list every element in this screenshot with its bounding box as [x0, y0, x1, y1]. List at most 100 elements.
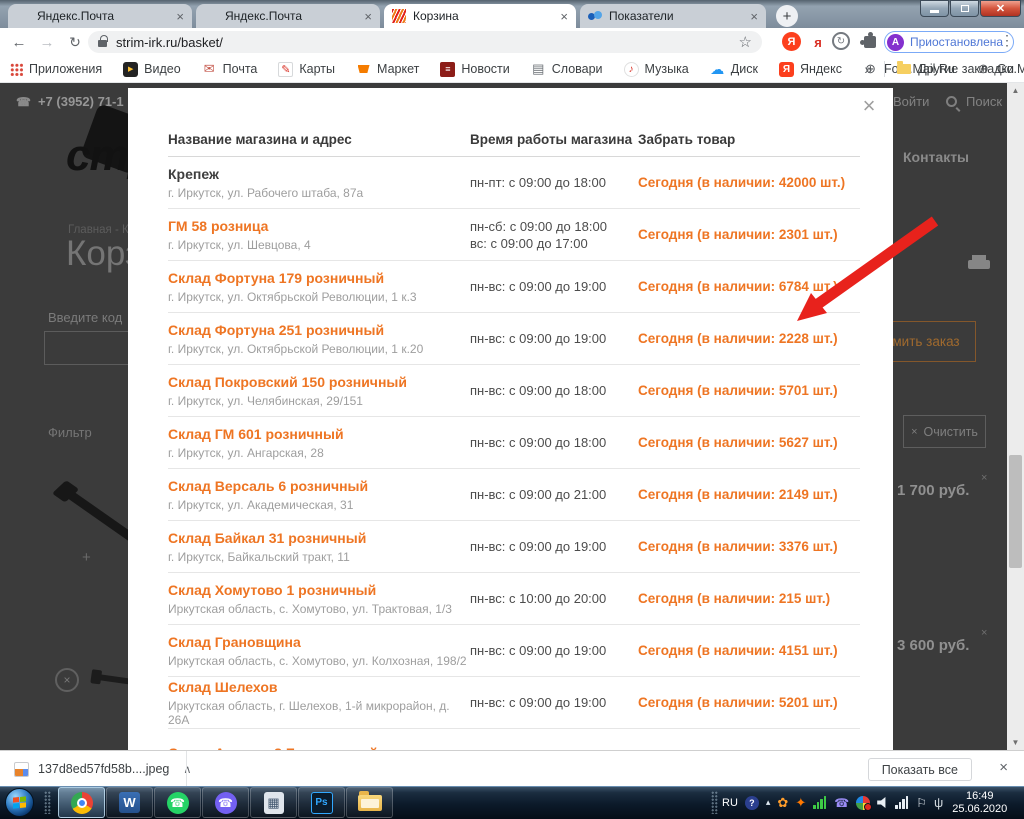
scrollbar-thumb[interactable]	[1009, 455, 1022, 568]
store-row[interactable]: Склад Шелехов Иркутская область, г. Шеле…	[168, 677, 860, 729]
scroll-down-icon[interactable]: ▼	[1007, 735, 1024, 750]
taskbar-button-photoshop[interactable]: Ps	[298, 787, 345, 818]
address-bar[interactable]: strim-irk.ru/basket/ ☆	[88, 31, 762, 53]
remove-item-icon[interactable]: ×	[981, 472, 987, 484]
volume-icon[interactable]	[877, 797, 888, 808]
bookmark-item[interactable]: ▶ Видео	[123, 62, 181, 77]
extensions-puzzle-icon[interactable]	[860, 32, 880, 52]
language-indicator[interactable]: RU	[722, 797, 738, 809]
browser-tab[interactable]: Яндекс.Почта ×	[8, 4, 192, 28]
download-item[interactable]: 137d8ed57fd58b....jpeg ∧	[14, 756, 191, 782]
profile-chip[interactable]: A Приостановлена	[884, 31, 1014, 53]
store-name[interactable]: Склад Фортуна 251 розничный	[168, 322, 470, 338]
bookmark-item[interactable]: ✉ Почта	[202, 62, 258, 77]
store-name[interactable]: Склад Покровский 150 розничный	[168, 374, 470, 390]
yandex-extension-icon[interactable]: Я	[782, 32, 801, 51]
bookmark-star-icon[interactable]: ☆	[739, 33, 752, 51]
taskbar-clock[interactable]: 16:49 25.06.2020	[952, 790, 1007, 816]
profile-status-label: Приостановлена	[910, 35, 1003, 49]
store-name[interactable]: Склад Байкал 31 розничный	[168, 530, 470, 546]
forward-button[interactable]: →	[36, 31, 58, 53]
close-window-button[interactable]: ✕	[980, 0, 1021, 17]
tab-close-icon[interactable]: ×	[560, 9, 568, 24]
store-name[interactable]: Склад Версаль 6 розничный	[168, 478, 470, 494]
bookmark-item[interactable]: Я Яндекс	[779, 62, 842, 77]
taskbar-button-chrome[interactable]	[58, 787, 105, 818]
show-all-downloads-button[interactable]: Показать все	[868, 758, 972, 781]
bookmark-item[interactable]: ✎ Карты	[278, 62, 335, 77]
store-row[interactable]: Склад Фортуна 179 розничный г. Иркутск, …	[168, 261, 860, 313]
restore-button[interactable]	[950, 0, 979, 17]
site-search[interactable]: Поиск	[946, 94, 1002, 109]
promo-code-input[interactable]	[44, 331, 132, 365]
bookmark-item[interactable]: ▤ Словари	[531, 62, 603, 77]
browser-tab[interactable]: Показатели ×	[580, 4, 766, 28]
action-center-flag-icon[interactable]: ⚐	[916, 796, 927, 810]
store-name[interactable]: Склад Фортуна 179 розничный	[168, 270, 470, 286]
wifi-signal-icon[interactable]	[813, 796, 827, 809]
usb-device-icon[interactable]: ψ	[934, 795, 943, 810]
yandex-small-extension-icon[interactable]: я	[808, 32, 828, 52]
other-bookmarks-button[interactable]: Другие закладки	[918, 62, 1014, 76]
sync-extension-icon[interactable]: ↻	[832, 32, 850, 50]
bookmark-item[interactable]: Приложения	[10, 62, 102, 76]
bookmark-item[interactable]: Маркет	[356, 62, 419, 77]
taskbar-button-whatsapp[interactable]: ☎	[154, 787, 201, 818]
login-link[interactable]: Войти	[893, 94, 929, 109]
clear-filter-button[interactable]: ×Очистить	[903, 415, 986, 448]
store-row[interactable]: ГМ 58 розница г. Иркутск, ул. Шевцова, 4…	[168, 209, 860, 261]
taskbar-button-viber[interactable]: ☎	[202, 787, 249, 818]
url-text[interactable]: strim-irk.ru/basket/	[116, 35, 739, 50]
tab-close-icon[interactable]: ×	[750, 9, 758, 24]
chevron-up-icon[interactable]: ∧	[183, 763, 191, 776]
minimize-button[interactable]	[920, 0, 949, 17]
store-row[interactable]: Склад Фортуна 251 розничный г. Иркутск, …	[168, 313, 860, 365]
store-row[interactable]: Склад Версаль 6 розничный г. Иркутск, ул…	[168, 469, 860, 521]
store-row[interactable]: Склад Хомутово 1 розничный Иркутская обл…	[168, 573, 860, 625]
store-name[interactable]: Крепеж	[168, 166, 470, 182]
tab-close-icon[interactable]: ×	[364, 9, 372, 24]
store-row[interactable]: Склад Покровский 150 розничный г. Иркутс…	[168, 365, 860, 417]
viber-tray-icon[interactable]: ☎	[834, 796, 849, 810]
store-name[interactable]: ГМ 58 розница	[168, 218, 470, 234]
cellular-signal-icon[interactable]	[895, 796, 909, 809]
print-icon[interactable]	[968, 255, 990, 273]
browser-tab[interactable]: Корзина ×	[384, 4, 576, 28]
page-scrollbar[interactable]: ▲ ▼	[1007, 83, 1024, 750]
start-button[interactable]	[5, 788, 34, 817]
scroll-up-icon[interactable]: ▲	[1007, 83, 1024, 98]
store-name[interactable]: Склад Шелехов	[168, 679, 470, 695]
show-hidden-icons-chevron[interactable]: ▴	[766, 797, 771, 808]
store-row[interactable]: Склад Ангарск 8 Б розничный	[168, 729, 860, 750]
bookmarks-overflow-button[interactable]: »	[864, 61, 872, 77]
store-row[interactable]: Склад ГМ 601 розничный г. Иркутск, ул. А…	[168, 417, 860, 469]
taskbar-button-explorer[interactable]	[346, 787, 393, 818]
new-tab-button[interactable]: +	[776, 5, 798, 27]
antivirus-icon[interactable]: ✦	[795, 795, 806, 811]
taskbar-button-calculator[interactable]: ▦	[250, 787, 297, 818]
store-name[interactable]: Склад Ангарск 8 Б розничный	[168, 745, 470, 751]
browser-tab[interactable]: Яндекс.Почта ×	[196, 4, 380, 28]
remove-item-icon[interactable]: ×	[981, 627, 987, 639]
bookmark-item[interactable]: ♪ Музыка	[624, 62, 689, 77]
bookmark-item[interactable]: ≡ Новости	[440, 62, 509, 77]
browser-update-tray-icon[interactable]	[856, 796, 870, 810]
browser-menu-button[interactable]: ⋮	[1000, 32, 1014, 49]
store-name[interactable]: Склад Грановщина	[168, 634, 470, 650]
store-name[interactable]: Склад ГМ 601 розничный	[168, 426, 470, 442]
tab-close-icon[interactable]: ×	[176, 9, 184, 24]
reload-button[interactable]: ↻	[64, 31, 86, 53]
store-row[interactable]: Склад Грановщина Иркутская область, с. Х…	[168, 625, 860, 677]
delete-item-icon[interactable]: ×	[55, 668, 79, 692]
bookmark-item[interactable]: ☁ Диск	[710, 62, 758, 77]
taskbar-button-word[interactable]: W	[106, 787, 153, 818]
nav-contacts[interactable]: Контакты	[903, 149, 969, 165]
close-downloads-bar-button[interactable]: ×	[999, 759, 1008, 776]
back-button[interactable]: ←	[8, 31, 30, 53]
help-icon[interactable]: ?	[745, 796, 759, 810]
store-name[interactable]: Склад Хомутово 1 розничный	[168, 582, 470, 598]
store-row[interactable]: Склад Байкал 31 розничный г. Иркутск, Ба…	[168, 521, 860, 573]
modal-close-button[interactable]: ×	[857, 94, 881, 118]
tray-flower-icon[interactable]: ✿	[777, 795, 788, 811]
store-row[interactable]: Крепеж г. Иркутск, ул. Рабочего штаба, 8…	[168, 157, 860, 209]
